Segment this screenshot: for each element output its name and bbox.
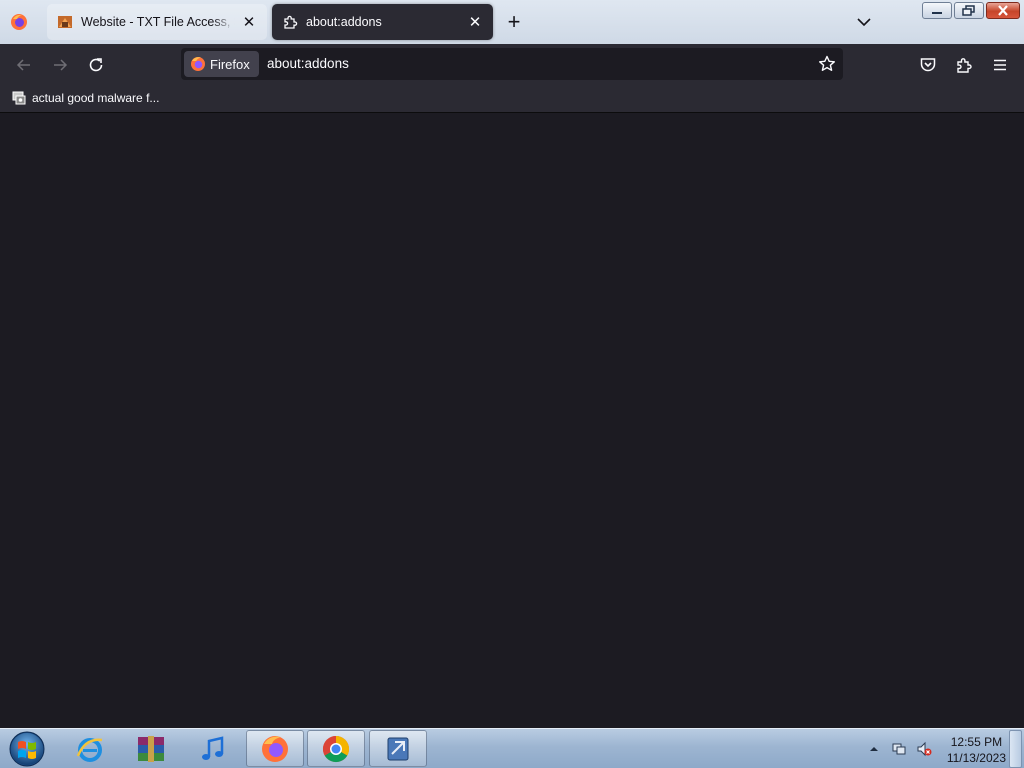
- tab-title: about:addons: [306, 15, 382, 29]
- close-icon: [998, 5, 1008, 16]
- page-content: [0, 113, 1024, 728]
- bookmark-item[interactable]: actual good malware f...: [11, 90, 159, 106]
- site-favicon-icon: [58, 16, 72, 28]
- firefox-icon: [262, 735, 288, 762]
- app-menu-button[interactable]: [989, 54, 1011, 76]
- pocket-icon: [920, 58, 936, 72]
- start-button[interactable]: [6, 731, 48, 767]
- new-tab-button[interactable]: +: [503, 11, 525, 33]
- tab-website-txt[interactable]: Website - TXT File Access, 3 KB ✕: [47, 4, 267, 40]
- bookmarks-toolbar: actual good malware f...: [0, 85, 1024, 113]
- reload-icon: [89, 58, 103, 72]
- identity-label: Firefox: [210, 56, 250, 72]
- puzzle-piece-icon: [284, 15, 298, 29]
- restore-icon: [962, 5, 975, 16]
- forward-button[interactable]: [49, 54, 71, 76]
- minimize-button[interactable]: [922, 2, 952, 19]
- minimize-icon: [932, 11, 942, 14]
- firefox-logo-icon: [191, 57, 205, 71]
- extensions-icon: [957, 58, 972, 73]
- internet-explorer-icon: [76, 737, 103, 762]
- identity-box[interactable]: Firefox: [184, 51, 259, 77]
- bookmark-label: actual good malware f...: [32, 91, 160, 105]
- tab-strip: Website - TXT File Access, 3 KB ✕ about:…: [0, 0, 1024, 44]
- close-window-button[interactable]: [986, 2, 1020, 19]
- hamburger-menu-icon: [994, 59, 1006, 71]
- back-button[interactable]: [13, 54, 35, 76]
- close-tab-icon[interactable]: ✕: [241, 14, 257, 30]
- bookmark-star-icon[interactable]: [817, 54, 837, 74]
- tab-about-addons[interactable]: about:addons ✕: [272, 4, 493, 40]
- extensions-button[interactable]: [953, 54, 975, 76]
- winrar-archive-icon: [138, 735, 164, 762]
- restore-button[interactable]: [954, 2, 984, 19]
- taskbar-chrome[interactable]: [307, 730, 365, 767]
- tab-title: Website - TXT File Access, 3 KB: [81, 15, 235, 29]
- bookmark-favicon-icon: [12, 91, 26, 105]
- list-all-tabs-icon[interactable]: [854, 12, 874, 32]
- url-input[interactable]: about:addons: [267, 56, 349, 71]
- window-controls: [922, 2, 1020, 19]
- address-bar[interactable]: Firefox about:addons: [181, 48, 843, 80]
- pocket-button[interactable]: [917, 54, 939, 76]
- clock-time: 12:55 PM: [950, 735, 1003, 749]
- taskbar-itunes[interactable]: [184, 730, 242, 767]
- application-icon: [387, 737, 409, 760]
- system-clock[interactable]: 12:55 PM 11/13/2023: [947, 734, 1006, 766]
- network-icon[interactable]: [891, 741, 907, 757]
- taskbar-firefox[interactable]: [246, 730, 304, 767]
- taskbar-internet-explorer[interactable]: [61, 730, 119, 767]
- forward-arrow-icon: [54, 59, 68, 71]
- navigation-toolbar: Firefox about:addons: [0, 44, 1024, 85]
- taskbar-app[interactable]: [369, 730, 427, 767]
- clock-date: 11/13/2023: [946, 751, 1006, 765]
- close-tab-icon[interactable]: ✕: [467, 14, 483, 30]
- back-arrow-icon: [16, 59, 30, 71]
- taskbar-winrar[interactable]: [122, 730, 180, 767]
- chrome-icon: [322, 735, 350, 762]
- windows-taskbar: 12:55 PM 11/13/2023: [0, 728, 1024, 768]
- firefox-view-icon[interactable]: [10, 13, 28, 31]
- reload-button[interactable]: [85, 54, 107, 76]
- show-desktop-button[interactable]: [1009, 730, 1022, 768]
- show-hidden-icons-icon[interactable]: [866, 741, 882, 757]
- volume-muted-icon[interactable]: [916, 741, 932, 757]
- itunes-music-icon: [202, 735, 224, 760]
